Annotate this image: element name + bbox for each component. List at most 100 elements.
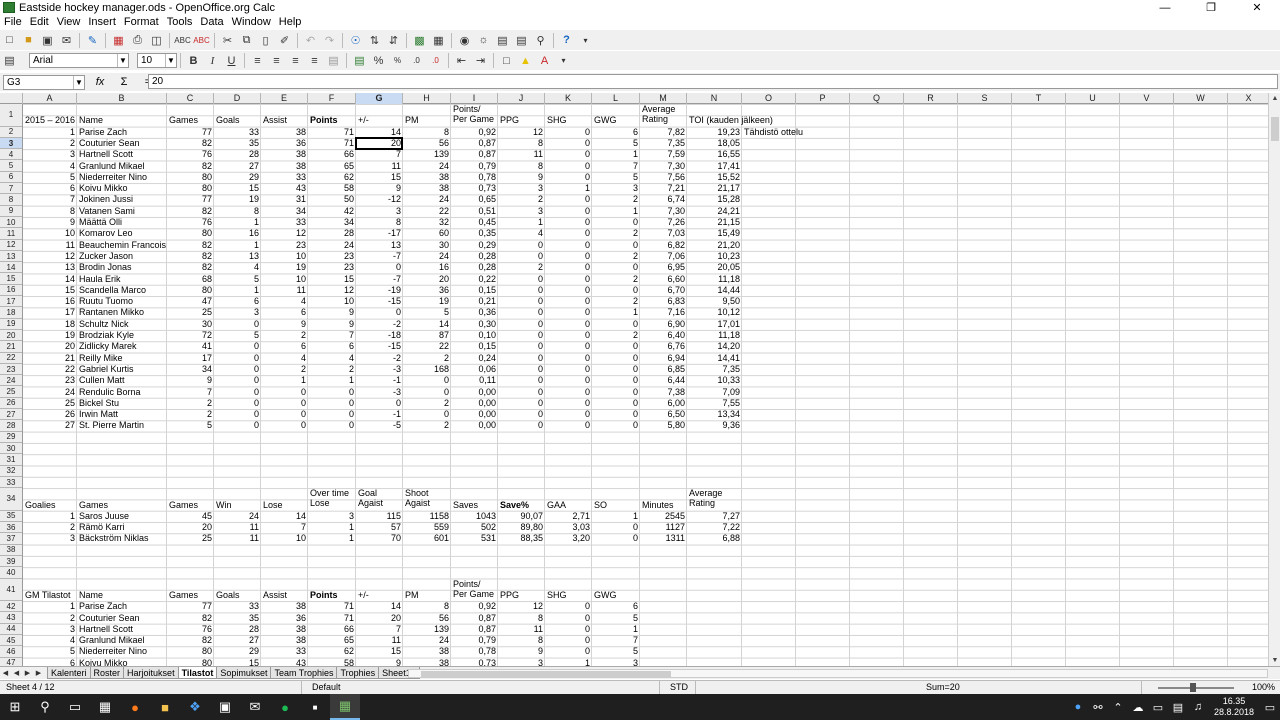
skater-stat[interactable]: -17 (356, 228, 403, 239)
gm-name[interactable]: Parise Zach (77, 601, 167, 612)
season-label[interactable]: 2015 – 2016 (23, 115, 77, 126)
skater-stat[interactable]: 24 (403, 251, 451, 262)
first-sheet-icon[interactable]: ◀ (0, 668, 11, 679)
skater-stat[interactable]: 0,28 (451, 251, 498, 262)
row-header-35[interactable]: 35 (0, 511, 22, 523)
skater-stat[interactable]: 2 (592, 296, 640, 307)
skater-stat[interactable]: -19 (356, 285, 403, 296)
find-binoculars-icon[interactable]: ◉ (457, 33, 472, 48)
menu-help[interactable]: Help (275, 16, 306, 28)
skater-rank[interactable]: 27 (23, 420, 77, 431)
goalie-stat[interactable]: 10 (261, 533, 308, 544)
skater-name[interactable]: Gabriel Kurtis (77, 364, 167, 375)
skater-stat[interactable]: 0,06 (451, 364, 498, 375)
skater-stat[interactable]: -7 (356, 274, 403, 285)
gm-name[interactable]: Koivu Mikko (77, 658, 167, 666)
skater-stat[interactable]: 3 (498, 183, 545, 194)
skater-stat[interactable]: 15 (214, 183, 261, 194)
skater-stat[interactable]: 0 (261, 420, 308, 431)
sheet-tab-team-trophies[interactable]: Team Trophies (270, 667, 338, 679)
skater-stat[interactable]: 6,44 (640, 375, 687, 386)
skater-stat[interactable]: 7 (356, 149, 403, 160)
skater-name[interactable]: Jokinen Jussi (77, 194, 167, 205)
column-header-o[interactable]: O (742, 93, 796, 104)
gm-rank[interactable]: 1 (23, 601, 77, 612)
skater-name[interactable]: Rantanen Mikko (77, 307, 167, 318)
skater-stat[interactable]: 2 (498, 194, 545, 205)
goalie-stat[interactable]: 24 (214, 511, 261, 522)
row-header-18[interactable]: 18 (0, 307, 22, 319)
align-center-icon[interactable]: ≡ (269, 53, 284, 68)
gm-stat[interactable]: 33 (261, 646, 308, 657)
goalie-stat[interactable]: 14 (261, 511, 308, 522)
align-left-icon[interactable]: ≡ (250, 53, 265, 68)
skater-stat[interactable]: 30 (403, 240, 451, 251)
skater-stat[interactable]: -7 (356, 251, 403, 262)
gm-stat[interactable]: 11 (498, 624, 545, 635)
gm-name[interactable]: Couturier Sean (77, 613, 167, 624)
gm-stat[interactable]: 38 (261, 624, 308, 635)
gm-rank[interactable]: 5 (23, 646, 77, 657)
skater-stat[interactable]: 6,82 (640, 240, 687, 251)
goalie-header-so[interactable]: SO (592, 500, 640, 511)
goalie-stat[interactable]: 25 (167, 533, 214, 544)
skater-stat[interactable]: 0 (545, 398, 592, 409)
row-header-11[interactable]: 11 (0, 228, 22, 240)
email-icon[interactable]: ✉ (59, 33, 74, 48)
network-icon[interactable]: ▤ (1168, 701, 1188, 714)
skater-stat[interactable]: 2 (167, 409, 214, 420)
skater-stat[interactable]: 18,05 (687, 138, 742, 149)
selection-mode[interactable]: STD (666, 681, 696, 694)
row-header-4[interactable]: 4 (0, 149, 22, 161)
gm-stat[interactable]: 66 (308, 624, 356, 635)
toolbar-overflow-icon[interactable]: ▾ (578, 33, 593, 48)
skater-stat[interactable]: 2 (592, 251, 640, 262)
goalie-stat[interactable]: 115 (356, 511, 403, 522)
skater-stat[interactable]: 6 (592, 127, 640, 138)
skater-stat[interactable]: 0 (308, 409, 356, 420)
file-explorer-icon[interactable]: ■ (150, 694, 180, 720)
gm-stat[interactable]: 56 (403, 613, 451, 624)
goalie-stat[interactable]: 531 (451, 533, 498, 544)
skater-stat[interactable]: 6 (214, 296, 261, 307)
header-shg[interactable]: SHG (545, 115, 592, 126)
skater-stat[interactable]: 1 (498, 217, 545, 228)
skater-rank[interactable]: 18 (23, 319, 77, 330)
percent-format-icon[interactable]: % (371, 53, 386, 68)
skater-rank[interactable]: 7 (23, 194, 77, 205)
skater-rank[interactable]: 1 (23, 127, 77, 138)
goalie-stat[interactable]: 1311 (640, 533, 687, 544)
skater-rank[interactable]: 20 (23, 341, 77, 352)
skater-stat[interactable]: 23 (308, 251, 356, 262)
skater-stat[interactable]: 22 (403, 206, 451, 217)
font-size-box[interactable]: 10 ▼ (137, 53, 177, 68)
skater-stat[interactable]: 0 (261, 398, 308, 409)
gm-stat[interactable]: 1 (545, 658, 592, 666)
gm-stat[interactable]: 9 (356, 658, 403, 666)
skater-stat[interactable]: 11,18 (687, 330, 742, 341)
gm-stat[interactable]: 3 (498, 658, 545, 666)
volume-icon[interactable]: ♫ (1188, 701, 1208, 713)
cut-icon[interactable]: ✂ (220, 33, 235, 48)
skater-stat[interactable]: 0 (498, 420, 545, 431)
skater-rank[interactable]: 26 (23, 409, 77, 420)
close-button[interactable]: ✕ (1234, 0, 1280, 15)
goalie-stat[interactable]: 1 (592, 511, 640, 522)
skater-stat[interactable]: 1 (214, 285, 261, 296)
skater-stat[interactable]: 0 (498, 375, 545, 386)
skater-stat[interactable]: 17,01 (687, 319, 742, 330)
goalie-stat[interactable]: 559 (403, 522, 451, 533)
increase-indent-icon[interactable]: ⇥ (473, 53, 488, 68)
skater-stat[interactable]: 0,22 (451, 274, 498, 285)
skater-stat[interactable]: 0 (498, 285, 545, 296)
gm-header-ppg[interactable]: PPG (498, 590, 545, 601)
row-header-3[interactable]: 3 (0, 137, 22, 150)
skater-stat[interactable]: 38 (261, 161, 308, 172)
skater-stat[interactable]: 66 (308, 149, 356, 160)
sheet-tab-kalenteri[interactable]: Kalenteri (47, 667, 91, 679)
gm-stat[interactable]: 38 (403, 658, 451, 666)
help-icon[interactable]: ? (559, 33, 574, 48)
goalie-header-save-pct[interactable]: Save% (498, 500, 545, 511)
skater-stat[interactable]: 38 (403, 183, 451, 194)
skater-stat[interactable]: 2 (498, 262, 545, 273)
